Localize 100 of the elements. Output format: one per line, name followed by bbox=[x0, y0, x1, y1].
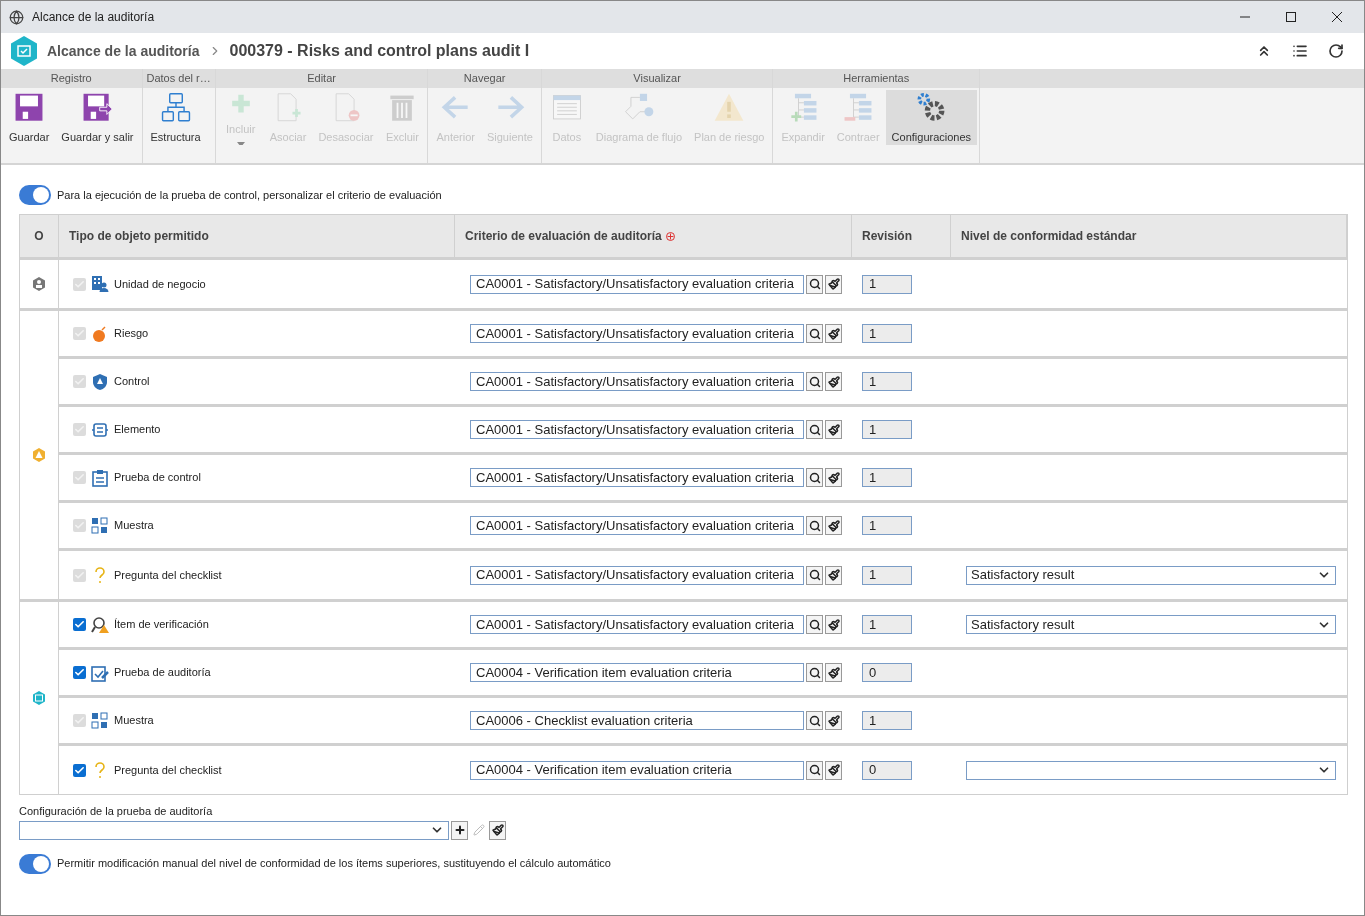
column-header: Tipo de objeto permitido bbox=[69, 228, 209, 245]
toggle-switch[interactable] bbox=[19, 185, 51, 205]
search-button[interactable] bbox=[806, 420, 823, 439]
clear-button[interactable] bbox=[825, 274, 842, 294]
search-button[interactable] bbox=[806, 372, 823, 391]
search-button[interactable] bbox=[806, 760, 823, 780]
clear-button[interactable] bbox=[825, 324, 842, 343]
column-header: Nivel de conformidad estándar bbox=[961, 228, 1137, 245]
search-icon bbox=[808, 666, 821, 679]
brush-icon bbox=[827, 471, 840, 484]
bomb-icon bbox=[91, 324, 109, 343]
list-icon[interactable] bbox=[1292, 43, 1308, 59]
search-icon bbox=[808, 519, 821, 532]
checkbox[interactable] bbox=[73, 618, 86, 631]
revision-field: 1 bbox=[862, 274, 912, 294]
ribbon-group-label: Navegar bbox=[428, 69, 541, 88]
revision-field: 1 bbox=[862, 324, 912, 343]
criterion-field[interactable]: CA0001 - Satisfactory/Unsatisfactory evaluation criteria bbox=[470, 615, 804, 634]
check-icon bbox=[74, 376, 85, 387]
search-button[interactable] bbox=[806, 711, 823, 730]
clear-button[interactable] bbox=[825, 711, 842, 730]
check-icon bbox=[74, 569, 85, 581]
clear-button[interactable] bbox=[825, 372, 842, 391]
search-icon bbox=[808, 569, 821, 581]
ribbon-group-label: Visualizar bbox=[541, 69, 773, 88]
check-icon bbox=[74, 667, 85, 678]
grid-squares-icon bbox=[91, 516, 109, 535]
criterion-field[interactable]: CA0004 - Verification item evaluation criteria bbox=[470, 760, 804, 780]
refresh-icon[interactable] bbox=[1328, 43, 1344, 59]
search-button[interactable] bbox=[806, 468, 823, 487]
brush-icon bbox=[827, 714, 840, 727]
clear-button[interactable] bbox=[825, 516, 842, 535]
clear-button[interactable] bbox=[825, 565, 842, 585]
revision-field: 0 bbox=[862, 663, 912, 682]
object-type-label: Elemento bbox=[114, 422, 161, 438]
brush-icon bbox=[827, 569, 840, 581]
object-type-label: Pregunta del checklist bbox=[114, 567, 222, 583]
clear-button[interactable] bbox=[825, 663, 842, 682]
object-type-label: Muestra bbox=[114, 713, 154, 729]
search-button[interactable] bbox=[806, 324, 823, 343]
object-type-label: Prueba de control bbox=[114, 470, 201, 486]
object-type-label: Control bbox=[114, 374, 150, 390]
object-type-label: Riesgo bbox=[114, 326, 149, 342]
brush-icon bbox=[827, 423, 840, 436]
clear-button[interactable] bbox=[825, 468, 842, 487]
app-logo-icon bbox=[9, 35, 39, 67]
clear-button[interactable] bbox=[825, 420, 842, 439]
checklist-hexagon-icon bbox=[31, 690, 47, 706]
brush-icon bbox=[491, 824, 504, 836]
search-icon bbox=[808, 764, 821, 776]
maximize-icon bbox=[1286, 12, 1296, 22]
toggle-switch[interactable] bbox=[19, 853, 51, 874]
object-type-label: Unidad de negocio bbox=[114, 276, 206, 292]
breadcrumb-link[interactable]: Alcance de la auditoría bbox=[47, 40, 200, 62]
search-button[interactable] bbox=[806, 663, 823, 682]
warning-hexagon-icon bbox=[31, 447, 47, 463]
ribbon-button[interactable]: Estructura bbox=[144, 90, 207, 145]
brush-icon bbox=[827, 327, 840, 340]
search-icon bbox=[808, 375, 821, 388]
ribbon-group-label: Registro bbox=[1, 69, 142, 88]
field-label: Configuración de la prueba de auditoría bbox=[19, 804, 214, 819]
search-icon bbox=[808, 618, 821, 631]
criterion-field[interactable]: CA0004 - Verification item evaluation criteria bbox=[470, 663, 804, 682]
toggle-label: Para la ejecución de la prueba de control, personalizar el criterio de evaluación bbox=[57, 187, 442, 203]
globe-icon bbox=[9, 9, 24, 25]
ribbon-button[interactable]: Configuraciones bbox=[885, 90, 978, 145]
conformity-select[interactable]: Satisfactory result bbox=[966, 615, 1336, 634]
search-button[interactable] bbox=[806, 615, 823, 634]
check-icon bbox=[74, 328, 85, 339]
clear-button[interactable] bbox=[825, 760, 842, 780]
clipboard-pen-icon bbox=[91, 663, 109, 682]
toggle-label: Permitir modificación manual del nivel de conformidad de los ítems superiores, sustituyendo el cálculo automático bbox=[57, 856, 611, 872]
brush-icon bbox=[827, 666, 840, 679]
check-icon bbox=[74, 278, 85, 290]
column-header: Revisión bbox=[862, 228, 912, 245]
ribbon-group-label: Herramientas bbox=[773, 69, 980, 88]
ribbon-button[interactable]: Guardar y salir bbox=[55, 90, 140, 145]
check-icon bbox=[74, 472, 85, 483]
checkbox[interactable] bbox=[73, 763, 86, 777]
clear-button[interactable] bbox=[825, 615, 842, 634]
add-button[interactable] bbox=[451, 820, 468, 840]
clear-button[interactable] bbox=[489, 820, 506, 840]
check-icon bbox=[74, 764, 85, 776]
close-icon bbox=[1332, 12, 1342, 22]
element-icon bbox=[91, 420, 109, 439]
conformity-select[interactable] bbox=[966, 760, 1336, 780]
record-title: 000379 - Risks and control plans audit I bbox=[229, 41, 530, 61]
checkbox[interactable] bbox=[73, 666, 86, 679]
revision-field: 0 bbox=[862, 760, 912, 780]
revision-field: 1 bbox=[862, 420, 912, 439]
ribbon-button[interactable]: Guardar bbox=[3, 90, 56, 145]
caret-down-icon bbox=[236, 141, 245, 145]
search-icon bbox=[808, 278, 821, 290]
search-button[interactable] bbox=[806, 516, 823, 535]
search-button[interactable] bbox=[806, 565, 823, 585]
person-hexagon-icon bbox=[31, 276, 47, 292]
revision-field: 1 bbox=[862, 468, 912, 487]
search-button[interactable] bbox=[806, 274, 823, 294]
search-icon bbox=[808, 471, 821, 484]
search-icon bbox=[808, 423, 821, 436]
